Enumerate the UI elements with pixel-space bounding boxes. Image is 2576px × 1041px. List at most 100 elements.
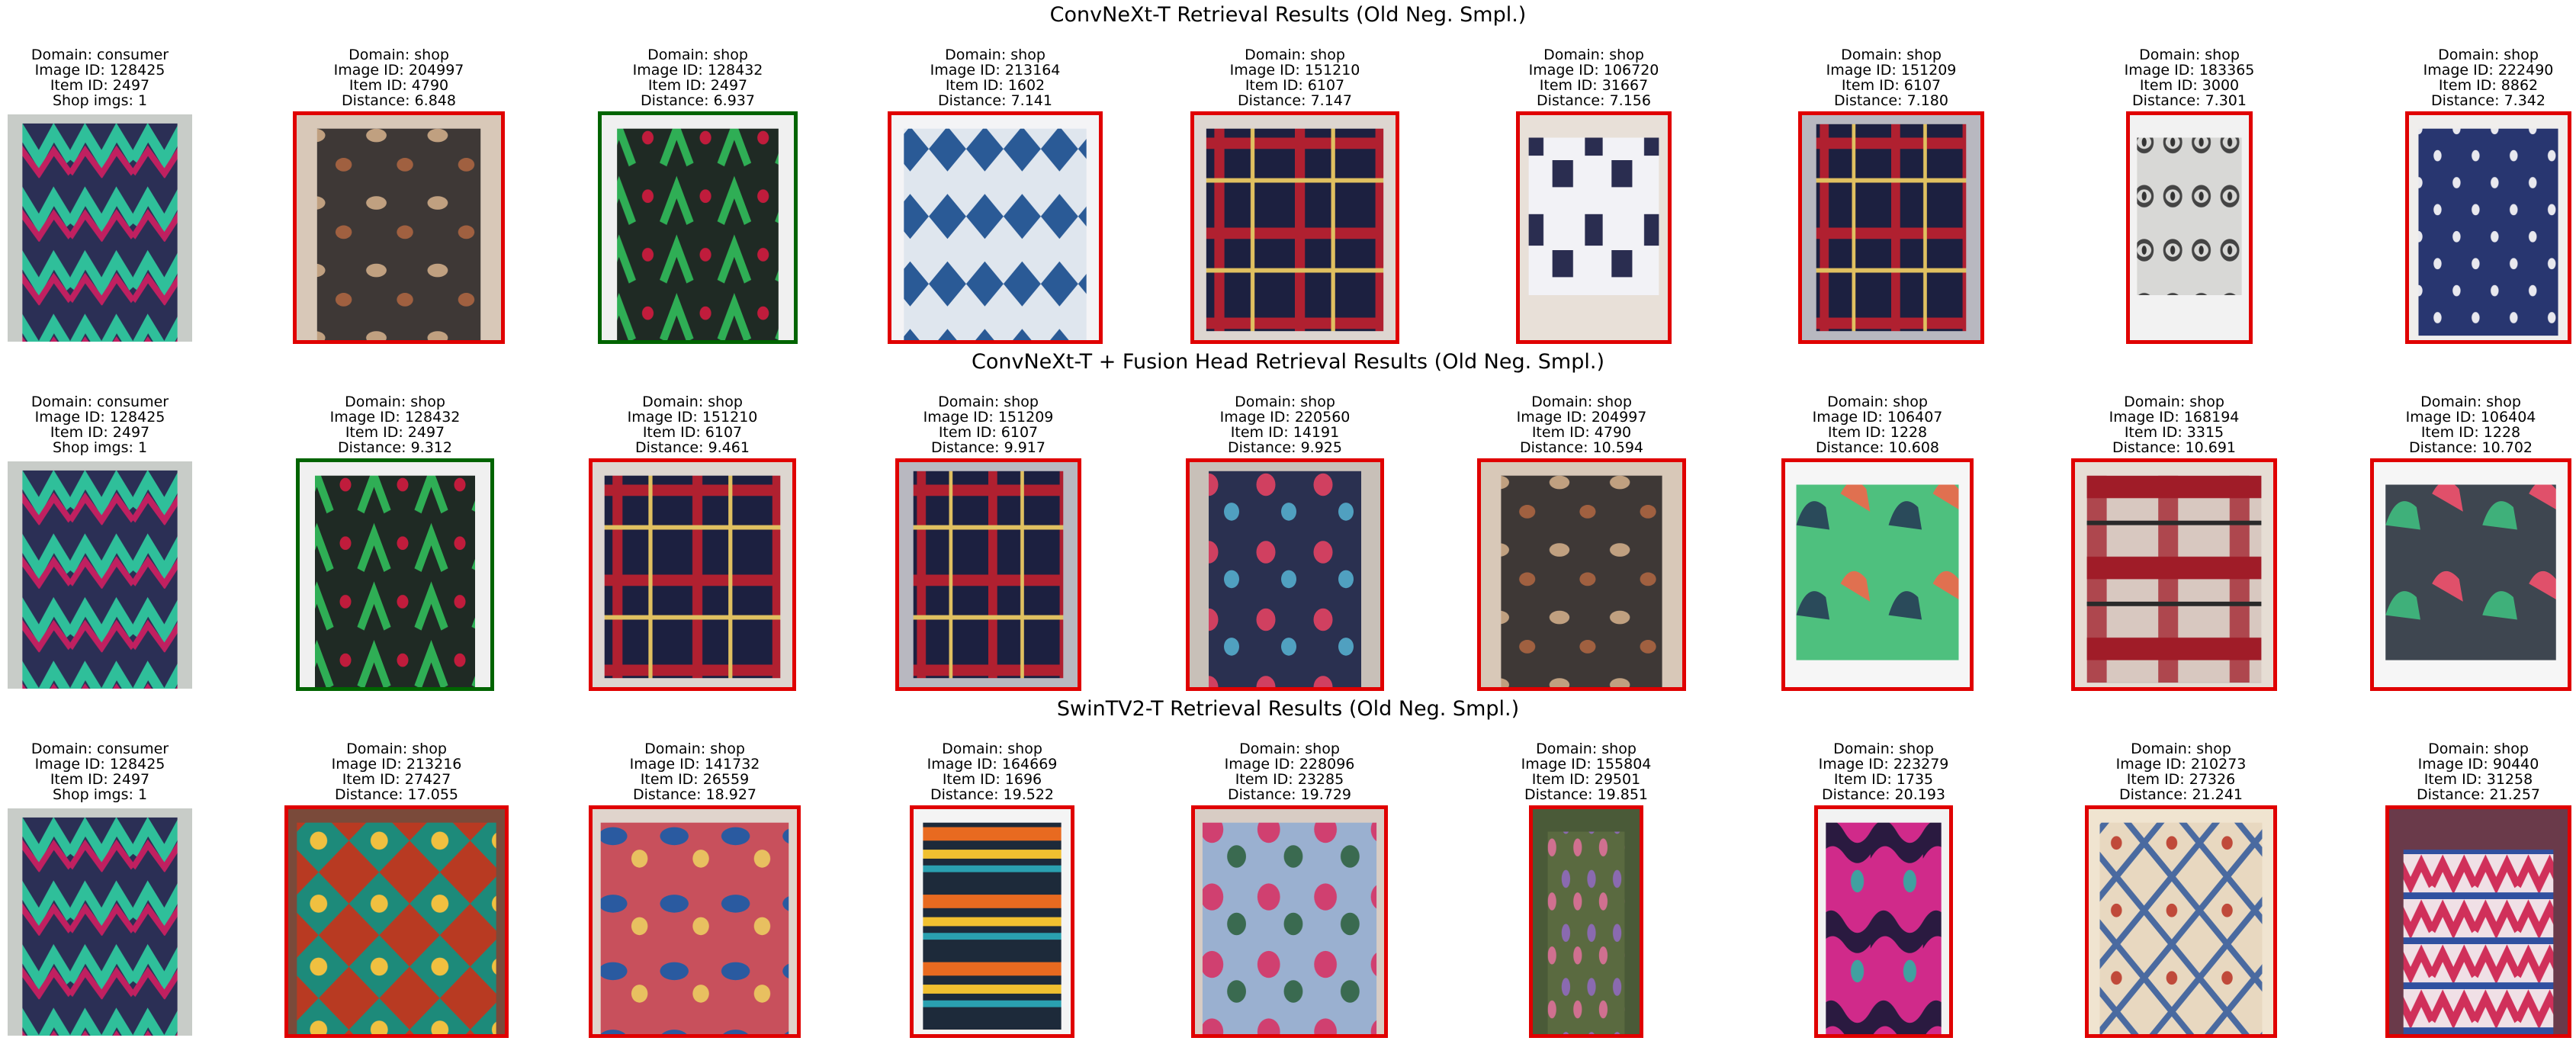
item-id-line: Item ID: 4790	[1531, 424, 1632, 441]
distance-line: Distance: 6.937	[641, 92, 755, 109]
nonmatch-frame	[895, 458, 1081, 691]
match-frame	[296, 458, 494, 691]
nonmatch-frame	[1191, 805, 1388, 1038]
query-info: Domain: consumer Image ID: 128425 Item I…	[0, 741, 253, 802]
floral-wrap-top-photo	[1195, 809, 1384, 1034]
image-id-line: Image ID: 220560	[1219, 409, 1351, 426]
red-plaid-shirt-photo	[2075, 462, 2273, 687]
result-info: Domain: shop Image ID: 220560 Item ID: 1…	[1125, 394, 1445, 455]
nonmatch-frame	[1529, 805, 1643, 1038]
brown-patterned-shirt-photo	[1481, 462, 1682, 687]
distance-line: Distance: 7.147	[1238, 92, 1352, 109]
result-info: Domain: shop Image ID: 106407 Item ID: 1…	[1720, 394, 2035, 455]
retrieval-section-swin: SwinTV2-T Retrieval Results (Old Neg. Sm…	[0, 694, 2576, 1041]
brown-patterned-shirt-photo	[297, 115, 501, 340]
section-title: ConvNeXt-T Retrieval Results (Old Neg. S…	[1049, 3, 1527, 27]
domain-line: Domain: shop	[2428, 741, 2529, 757]
domain-line: Domain: shop	[1531, 394, 1632, 410]
distance-line: Distance: 9.312	[338, 439, 452, 456]
item-id-line: Item ID: 27326	[2126, 771, 2236, 788]
item-id-line: Item ID: 2497	[50, 77, 150, 94]
nonmatch-frame	[1798, 111, 1984, 344]
plaid-shirt-photo	[593, 462, 792, 687]
item-id-line: Item ID: 1696	[942, 771, 1042, 788]
query-image	[8, 808, 192, 1036]
distance-line: Distance: 10.691	[2112, 439, 2236, 456]
distance-line: Distance: 9.917	[931, 439, 1045, 456]
image-id-line: Image ID: 128425	[34, 756, 165, 773]
image-id-line: Image ID: 183365	[2124, 62, 2255, 79]
result-info: Domain: shop Image ID: 213216 Item ID: 2…	[223, 741, 570, 802]
retrieval-section-fusion: ConvNeXt-T + Fusion Head Retrieval Resul…	[0, 347, 2576, 694]
nonmatch-frame	[1186, 458, 1384, 691]
nonmatch-frame	[1516, 111, 1672, 344]
item-id-line: Item ID: 27427	[342, 771, 451, 788]
item-id-line: Item ID: 1602	[945, 77, 1045, 94]
result-info: Domain: shop Image ID: 128432 Item ID: 2…	[537, 47, 859, 108]
image-id-line: Image ID: 223279	[1818, 756, 1949, 773]
section-title: ConvNeXt-T + Fusion Head Retrieval Resul…	[972, 350, 1604, 374]
distance-line: Distance: 10.594	[1519, 439, 1643, 456]
domain-line: Domain: shop	[1827, 394, 1928, 410]
nonmatch-frame	[2370, 458, 2571, 691]
distance-line: Distance: 7.156	[1537, 92, 1651, 109]
item-id-line: Item ID: 31258	[2423, 771, 2533, 788]
query-info: Domain: consumer Image ID: 128425 Item I…	[0, 47, 253, 108]
image-id-line: Image ID: 204997	[333, 62, 464, 79]
plaid-shirt-photo	[1194, 115, 1396, 340]
domain-line: Domain: shop	[1536, 741, 1636, 757]
nonmatch-frame	[1190, 111, 1399, 344]
result-info: Domain: shop Image ID: 151210 Item ID: 6…	[1129, 47, 1460, 108]
result-info: Domain: shop Image ID: 222490 Item ID: 8…	[2344, 47, 2576, 108]
distance-line: Distance: 19.522	[930, 786, 1054, 803]
distance-line: Distance: 18.927	[632, 786, 756, 803]
domain-line: Domain: shop	[1543, 47, 1644, 63]
ethnic-kimono-photo	[288, 809, 505, 1034]
distance-line: Distance: 21.241	[2118, 786, 2243, 803]
domain-line: Domain: shop	[2124, 394, 2224, 410]
result-info: Domain: shop Image ID: 210273 Item ID: 2…	[2024, 741, 2338, 802]
floral-sleeve-jacket-photo	[1190, 462, 1380, 687]
domain-line: Domain: consumer	[31, 394, 169, 410]
image-id-line: Image ID: 210273	[2115, 756, 2247, 773]
domain-line: Domain: shop	[642, 394, 743, 410]
item-id-line: Item ID: 1228	[2420, 424, 2521, 441]
domain-line: Domain: consumer	[31, 741, 169, 757]
domain-line: Domain: shop	[1841, 47, 1942, 63]
distance-line: Distance: 9.925	[1228, 439, 1342, 456]
shop-imgs-line: Shop imgs: 1	[52, 439, 148, 456]
distance-line: Distance: 20.193	[1821, 786, 1945, 803]
image-id-line: Image ID: 106720	[1528, 62, 1659, 79]
image-id-line: Image ID: 151210	[1229, 62, 1360, 79]
retrieval-section-convnext: ConvNeXt-T Retrieval Results (Old Neg. S…	[0, 0, 2576, 347]
item-id-line: Item ID: 6107	[1841, 77, 1942, 94]
result-info: Domain: shop Image ID: 90440 Item ID: 31…	[2324, 741, 2576, 802]
item-id-line: Item ID: 2497	[647, 77, 748, 94]
distance-line: Distance: 10.702	[2408, 439, 2533, 456]
item-id-line: Item ID: 2497	[50, 771, 150, 788]
result-info: Domain: shop Image ID: 204997 Item ID: 4…	[232, 47, 566, 108]
query-image	[8, 461, 192, 689]
item-id-line: Item ID: 31667	[1539, 77, 1649, 94]
image-id-line: Image ID: 128425	[34, 409, 165, 426]
item-id-line: Item ID: 2497	[345, 424, 445, 441]
image-id-line: Image ID: 228096	[1224, 756, 1355, 773]
green-patterned-cardigan-photo	[602, 115, 794, 340]
result-info: Domain: shop Image ID: 106720 Item ID: 3…	[1455, 47, 1733, 108]
image-id-line: Image ID: 213216	[331, 756, 462, 773]
distance-line: Distance: 19.851	[1524, 786, 1648, 803]
nonmatch-frame	[284, 805, 509, 1038]
image-id-line: Image ID: 204997	[1516, 409, 1647, 426]
item-id-line: Item ID: 6107	[1245, 77, 1345, 94]
boho-cardigan-photo	[2089, 809, 2273, 1034]
query-sweater-photo	[8, 461, 192, 689]
result-info: Domain: shop Image ID: 141732 Item ID: 2…	[528, 741, 862, 802]
domain-line: Domain: shop	[647, 47, 748, 63]
item-id-line: Item ID: 8862	[2438, 77, 2539, 94]
domain-line: Domain: shop	[346, 741, 447, 757]
domain-line: Domain: shop	[348, 47, 449, 63]
distance-line: Distance: 21.257	[2416, 786, 2540, 803]
item-id-line: Item ID: 3315	[2124, 424, 2224, 441]
result-info: Domain: shop Image ID: 155804 Item ID: 2…	[1468, 741, 1704, 802]
shop-imgs-line: Shop imgs: 1	[52, 92, 148, 109]
